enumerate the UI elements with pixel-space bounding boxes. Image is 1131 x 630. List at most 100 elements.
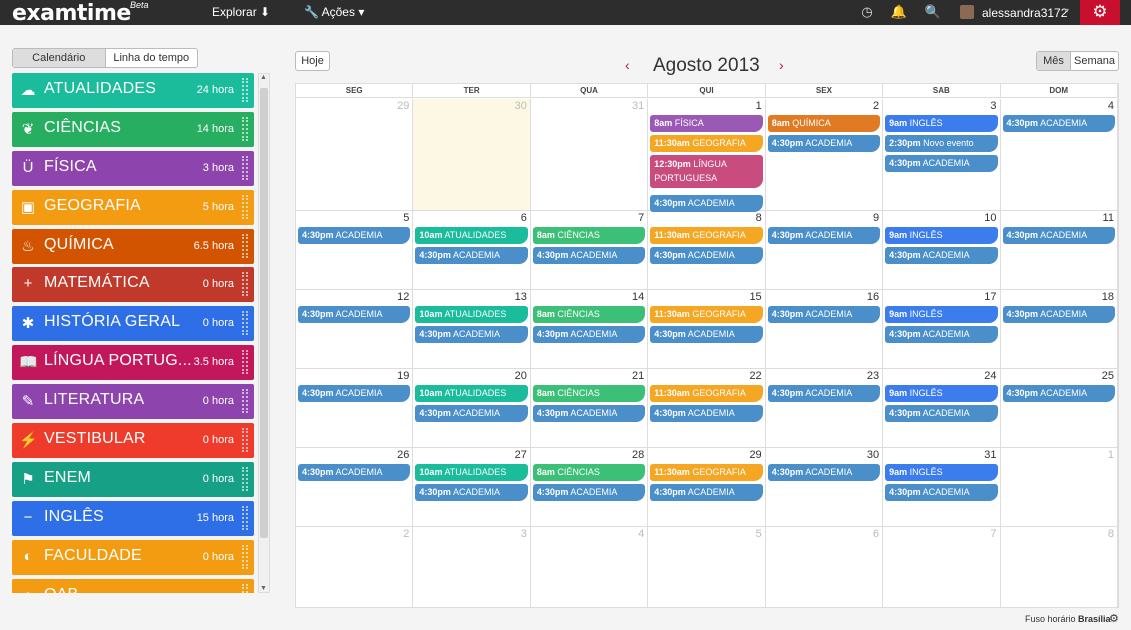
calendar-event[interactable]: 10am ATUALIDADES: [415, 385, 528, 402]
calendar-event[interactable]: 4:30pm ACADEMIA: [532, 484, 646, 501]
day-cell[interactable]: 20 10am ATUALIDADES 4:30pm ACADEMIA: [413, 369, 531, 447]
day-cell[interactable]: 30: [413, 99, 531, 210]
day-cell[interactable]: 3: [413, 527, 531, 607]
drag-handle-icon[interactable]: [242, 311, 248, 336]
day-cell[interactable]: 3 9am INGLÊS 2:30pm Novo evento 4:30pm ACAD…: [883, 99, 1001, 210]
today-button[interactable]: Hoje: [295, 51, 330, 71]
avatar[interactable]: [960, 5, 974, 19]
calendar-event[interactable]: 4:30pm ACADEMIA: [650, 247, 763, 264]
calendar-event[interactable]: 8am CIÊNCIAS: [532, 306, 646, 323]
day-cell[interactable]: 31: [531, 99, 649, 210]
calendar-view-button[interactable]: Calendário: [13, 49, 106, 67]
calendar-event[interactable]: 11:30am GEOGRAFIA: [650, 464, 763, 481]
day-cell[interactable]: 2 8am QUÍMICA 4:30pm ACADEMIA: [766, 99, 884, 210]
day-cell[interactable]: 9 4:30pm ACADEMIA: [766, 211, 884, 289]
day-cell[interactable]: 5: [648, 527, 766, 607]
drag-handle-icon[interactable]: [242, 78, 248, 102]
calendar-event[interactable]: 4:30pm ACADEMIA: [767, 306, 881, 323]
day-cell[interactable]: 27 10am ATUALIDADES 4:30pm ACADEMIA: [413, 448, 531, 526]
drag-handle-icon[interactable]: [242, 544, 248, 569]
calendar-event[interactable]: 4:30pm ACADEMIA: [298, 464, 411, 481]
prev-month-icon[interactable]: ‹: [625, 57, 630, 73]
category-item[interactable]: ✎ LITERATURA 0 hora: [12, 384, 254, 420]
category-item[interactable]: ❦ CIÊNCIAS 14 hora: [12, 111, 254, 147]
month-view-button[interactable]: Mês: [1037, 52, 1071, 70]
calendar-event[interactable]: 8am FÍSICA: [650, 115, 763, 132]
category-item[interactable]: ◐ FACULDADE 0 hora: [12, 539, 254, 575]
day-cell[interactable]: 15 11:30am GEOGRAFIA 4:30pm ACADEMIA: [648, 290, 766, 368]
calendar-event[interactable]: 4:30pm ACADEMIA: [298, 306, 411, 323]
drag-handle-icon[interactable]: [242, 583, 248, 593]
day-cell[interactable]: 23 4:30pm ACADEMIA: [766, 369, 884, 447]
calendar-event[interactable]: 4:30pm ACADEMIA: [650, 326, 763, 343]
calendar-event[interactable]: 4:30pm ACADEMIA: [532, 405, 646, 422]
drag-handle-icon[interactable]: [242, 389, 248, 414]
day-cell[interactable]: 4 4:30pm ACADEMIA: [1001, 99, 1118, 210]
actions-menu[interactable]: 🔧 Ações ▾: [304, 5, 364, 19]
calendar-event[interactable]: 4:30pm ACADEMIA: [650, 405, 763, 422]
drag-handle-icon[interactable]: [242, 116, 248, 141]
calendar-event[interactable]: 10am ATUALIDADES: [415, 227, 528, 244]
drag-handle-icon[interactable]: [242, 466, 248, 491]
calendar-event[interactable]: 4:30pm ACADEMIA: [767, 135, 881, 152]
calendar-event[interactable]: 4:30pm ACADEMIA: [650, 484, 763, 501]
calendar-event[interactable]: 2:30pm Novo evento: [885, 135, 998, 152]
day-cell[interactable]: 17 9am INGLÊS 4:30pm ACADEMIA: [883, 290, 1001, 368]
category-item[interactable]: ▣ GEOGRAFIA 5 hora: [12, 189, 254, 225]
calendar-event[interactable]: 4:30pm ACADEMIA: [885, 484, 998, 501]
user-name[interactable]: alessandra3172: [982, 6, 1067, 20]
timezone-value[interactable]: Brasília: [1078, 614, 1111, 624]
calendar-event[interactable]: 4:30pm ACADEMIA: [1002, 306, 1115, 323]
day-cell[interactable]: 8: [1001, 527, 1118, 607]
calendar-event[interactable]: 9am INGLÊS: [885, 385, 998, 402]
calendar-event[interactable]: 10am ATUALIDADES: [415, 306, 528, 323]
calendar-event[interactable]: 8am CIÊNCIAS: [532, 385, 646, 402]
day-cell[interactable]: 11 4:30pm ACADEMIA: [1001, 211, 1118, 289]
calendar-event[interactable]: 4:30pm ACADEMIA: [767, 464, 881, 481]
clock-icon[interactable]: ◷: [858, 3, 876, 21]
search-icon[interactable]: 🔍: [924, 3, 942, 21]
calendar-event[interactable]: 9am INGLÊS: [885, 306, 998, 323]
scrollbar-thumb[interactable]: [260, 88, 268, 538]
calendar-event[interactable]: 4:30pm ACADEMIA: [415, 247, 528, 264]
calendar-event[interactable]: 8am CIÊNCIAS: [532, 227, 646, 244]
calendar-event[interactable]: 4:30pm ACADEMIA: [298, 385, 411, 402]
drag-handle-icon[interactable]: [242, 194, 248, 219]
scrollbar[interactable]: ▲ ▼: [258, 73, 270, 593]
day-cell[interactable]: 28 8am CIÊNCIAS 4:30pm ACADEMIA: [531, 448, 649, 526]
gear-icon[interactable]: ⚙: [1109, 612, 1119, 625]
chevron-down-icon[interactable]: ▾: [1065, 6, 1069, 15]
category-item[interactable]: + MATEMÁTICA 0 hora: [12, 267, 254, 303]
day-cell[interactable]: 18 4:30pm ACADEMIA: [1001, 290, 1118, 368]
calendar-event[interactable]: 4:30pm ACADEMIA: [885, 326, 998, 343]
day-cell[interactable]: 22 11:30am GEOGRAFIA 4:30pm ACADEMIA: [648, 369, 766, 447]
category-item[interactable]: − INGLÊS 15 hora: [12, 500, 254, 536]
day-cell[interactable]: 29 11:30am GEOGRAFIA 4:30pm ACADEMIA: [648, 448, 766, 526]
calendar-event[interactable]: 12:30pm LÍNGUA PORTUGUESA: [650, 155, 763, 188]
category-item[interactable]: 📖 LÍNGUA PORTUG... 3.5 hora: [12, 345, 254, 381]
calendar-event[interactable]: 9am INGLÊS: [885, 115, 998, 132]
day-cell[interactable]: 26 4:30pm ACADEMIA: [296, 448, 414, 526]
day-cell[interactable]: 12 4:30pm ACADEMIA: [296, 290, 414, 368]
day-cell[interactable]: 30 4:30pm ACADEMIA: [766, 448, 884, 526]
day-cell[interactable]: 2: [296, 527, 414, 607]
category-item[interactable]: ✱ HISTÓRIA GERAL 0 hora: [12, 306, 254, 342]
calendar-event[interactable]: 4:30pm ACADEMIA: [298, 227, 411, 244]
calendar-event[interactable]: 4:30pm ACADEMIA: [532, 247, 646, 264]
calendar-event[interactable]: 4:30pm ACADEMIA: [1002, 227, 1115, 244]
calendar-event[interactable]: 4:30pm ACADEMIA: [767, 385, 881, 402]
calendar-event[interactable]: 8am CIÊNCIAS: [532, 464, 646, 481]
category-item[interactable]: ♨ QUÍMICA 6.5 hora: [12, 228, 254, 264]
calendar-event[interactable]: 9am INGLÊS: [885, 227, 998, 244]
calendar-event[interactable]: 10am ATUALIDADES: [415, 464, 528, 481]
day-cell[interactable]: 14 8am CIÊNCIAS 4:30pm ACADEMIA: [531, 290, 649, 368]
scroll-down-arrow-icon[interactable]: ▼: [260, 585, 267, 592]
drag-handle-icon[interactable]: [242, 350, 248, 375]
drag-handle-icon[interactable]: [242, 233, 248, 258]
calendar-event[interactable]: 4:30pm ACADEMIA: [767, 227, 881, 244]
calendar-event[interactable]: 4:30pm ACADEMIA: [885, 405, 998, 422]
category-item[interactable]: Ü FÍSICA 3 hora: [12, 150, 254, 186]
day-cell[interactable]: 6 10am ATUALIDADES 4:30pm ACADEMIA: [413, 211, 531, 289]
next-month-icon[interactable]: ›: [779, 57, 784, 73]
category-item[interactable]: ● OAB: [12, 578, 254, 593]
